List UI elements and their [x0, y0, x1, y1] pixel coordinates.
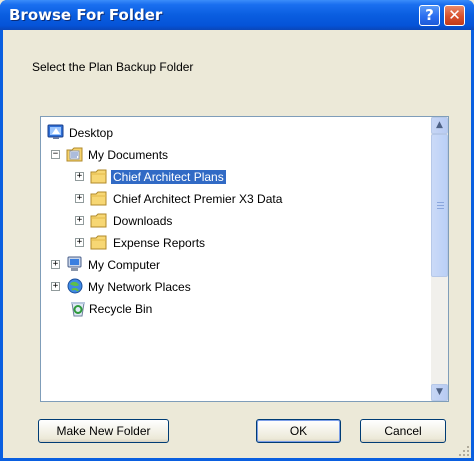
title-bar[interactable]: Browse For Folder ? ✕ [0, 0, 474, 30]
collapse-toggle[interactable]: − [51, 150, 60, 159]
tree-item-chief-architect-plans[interactable]: + Chief Architect Plans [75, 167, 335, 187]
tree-item-chief-architect-premier[interactable]: + Chief Architect Premier X3 Data [75, 189, 375, 209]
tree-item-desktop[interactable]: Desktop [47, 123, 247, 143]
browse-for-folder-dialog: Browse For Folder ? ✕ Select the Plan Ba… [0, 0, 474, 461]
scroll-thumb[interactable] [431, 134, 448, 277]
network-places-icon [67, 278, 83, 294]
dialog-title: Browse For Folder [9, 6, 163, 24]
folder-icon [90, 213, 107, 228]
expand-toggle[interactable]: + [75, 238, 84, 247]
close-button[interactable]: ✕ [444, 5, 465, 26]
size-grip-icon[interactable] [458, 445, 470, 457]
expand-toggle[interactable]: + [75, 172, 84, 181]
expand-toggle[interactable]: + [75, 216, 84, 225]
folder-icon [90, 169, 107, 184]
tree-item-downloads[interactable]: + Downloads [75, 211, 275, 231]
chief-architect-premier-label: Chief Architect Premier X3 Data [113, 192, 283, 206]
folder-tree[interactable]: Desktop − My Documents + Chief Architect… [40, 116, 449, 402]
tree-item-my-documents[interactable]: − My Documents [51, 145, 271, 165]
my-documents-icon [66, 147, 83, 162]
help-button[interactable]: ? [419, 5, 440, 26]
tree-item-my-computer[interactable]: + My Computer [51, 255, 271, 275]
recycle-bin-icon [71, 302, 85, 317]
desktop-label: Desktop [69, 126, 114, 140]
folder-icon [90, 191, 107, 206]
downloads-label: Downloads [113, 214, 173, 228]
recycle-bin-label: Recycle Bin [89, 302, 153, 316]
expand-toggle[interactable]: + [51, 260, 60, 269]
expand-toggle[interactable]: + [75, 194, 84, 203]
desktop-icon [47, 124, 64, 139]
tree-item-expense-reports[interactable]: + Expense Reports [75, 233, 295, 253]
my-computer-label: My Computer [88, 258, 161, 272]
my-documents-label: My Documents [88, 148, 169, 162]
expand-toggle[interactable]: + [51, 282, 60, 291]
scroll-down-button[interactable]: ▼ [431, 384, 448, 401]
my-computer-icon [67, 256, 82, 271]
folder-icon [90, 235, 107, 250]
cancel-button[interactable]: Cancel [360, 419, 446, 443]
chief-architect-plans-label: Chief Architect Plans [111, 170, 226, 184]
scroll-up-button[interactable]: ▲ [431, 117, 448, 134]
ok-button[interactable]: OK [256, 419, 341, 443]
tree-item-my-network-places[interactable]: + My Network Places [51, 277, 291, 297]
vertical-scrollbar[interactable]: ▲ ▼ [431, 117, 448, 401]
instruction-text: Select the Plan Backup Folder [32, 60, 194, 74]
tree-item-recycle-bin[interactable]: Recycle Bin [69, 299, 269, 319]
make-new-folder-button[interactable]: Make New Folder [38, 419, 169, 443]
my-network-places-label: My Network Places [88, 280, 191, 294]
expense-reports-label: Expense Reports [113, 236, 206, 250]
